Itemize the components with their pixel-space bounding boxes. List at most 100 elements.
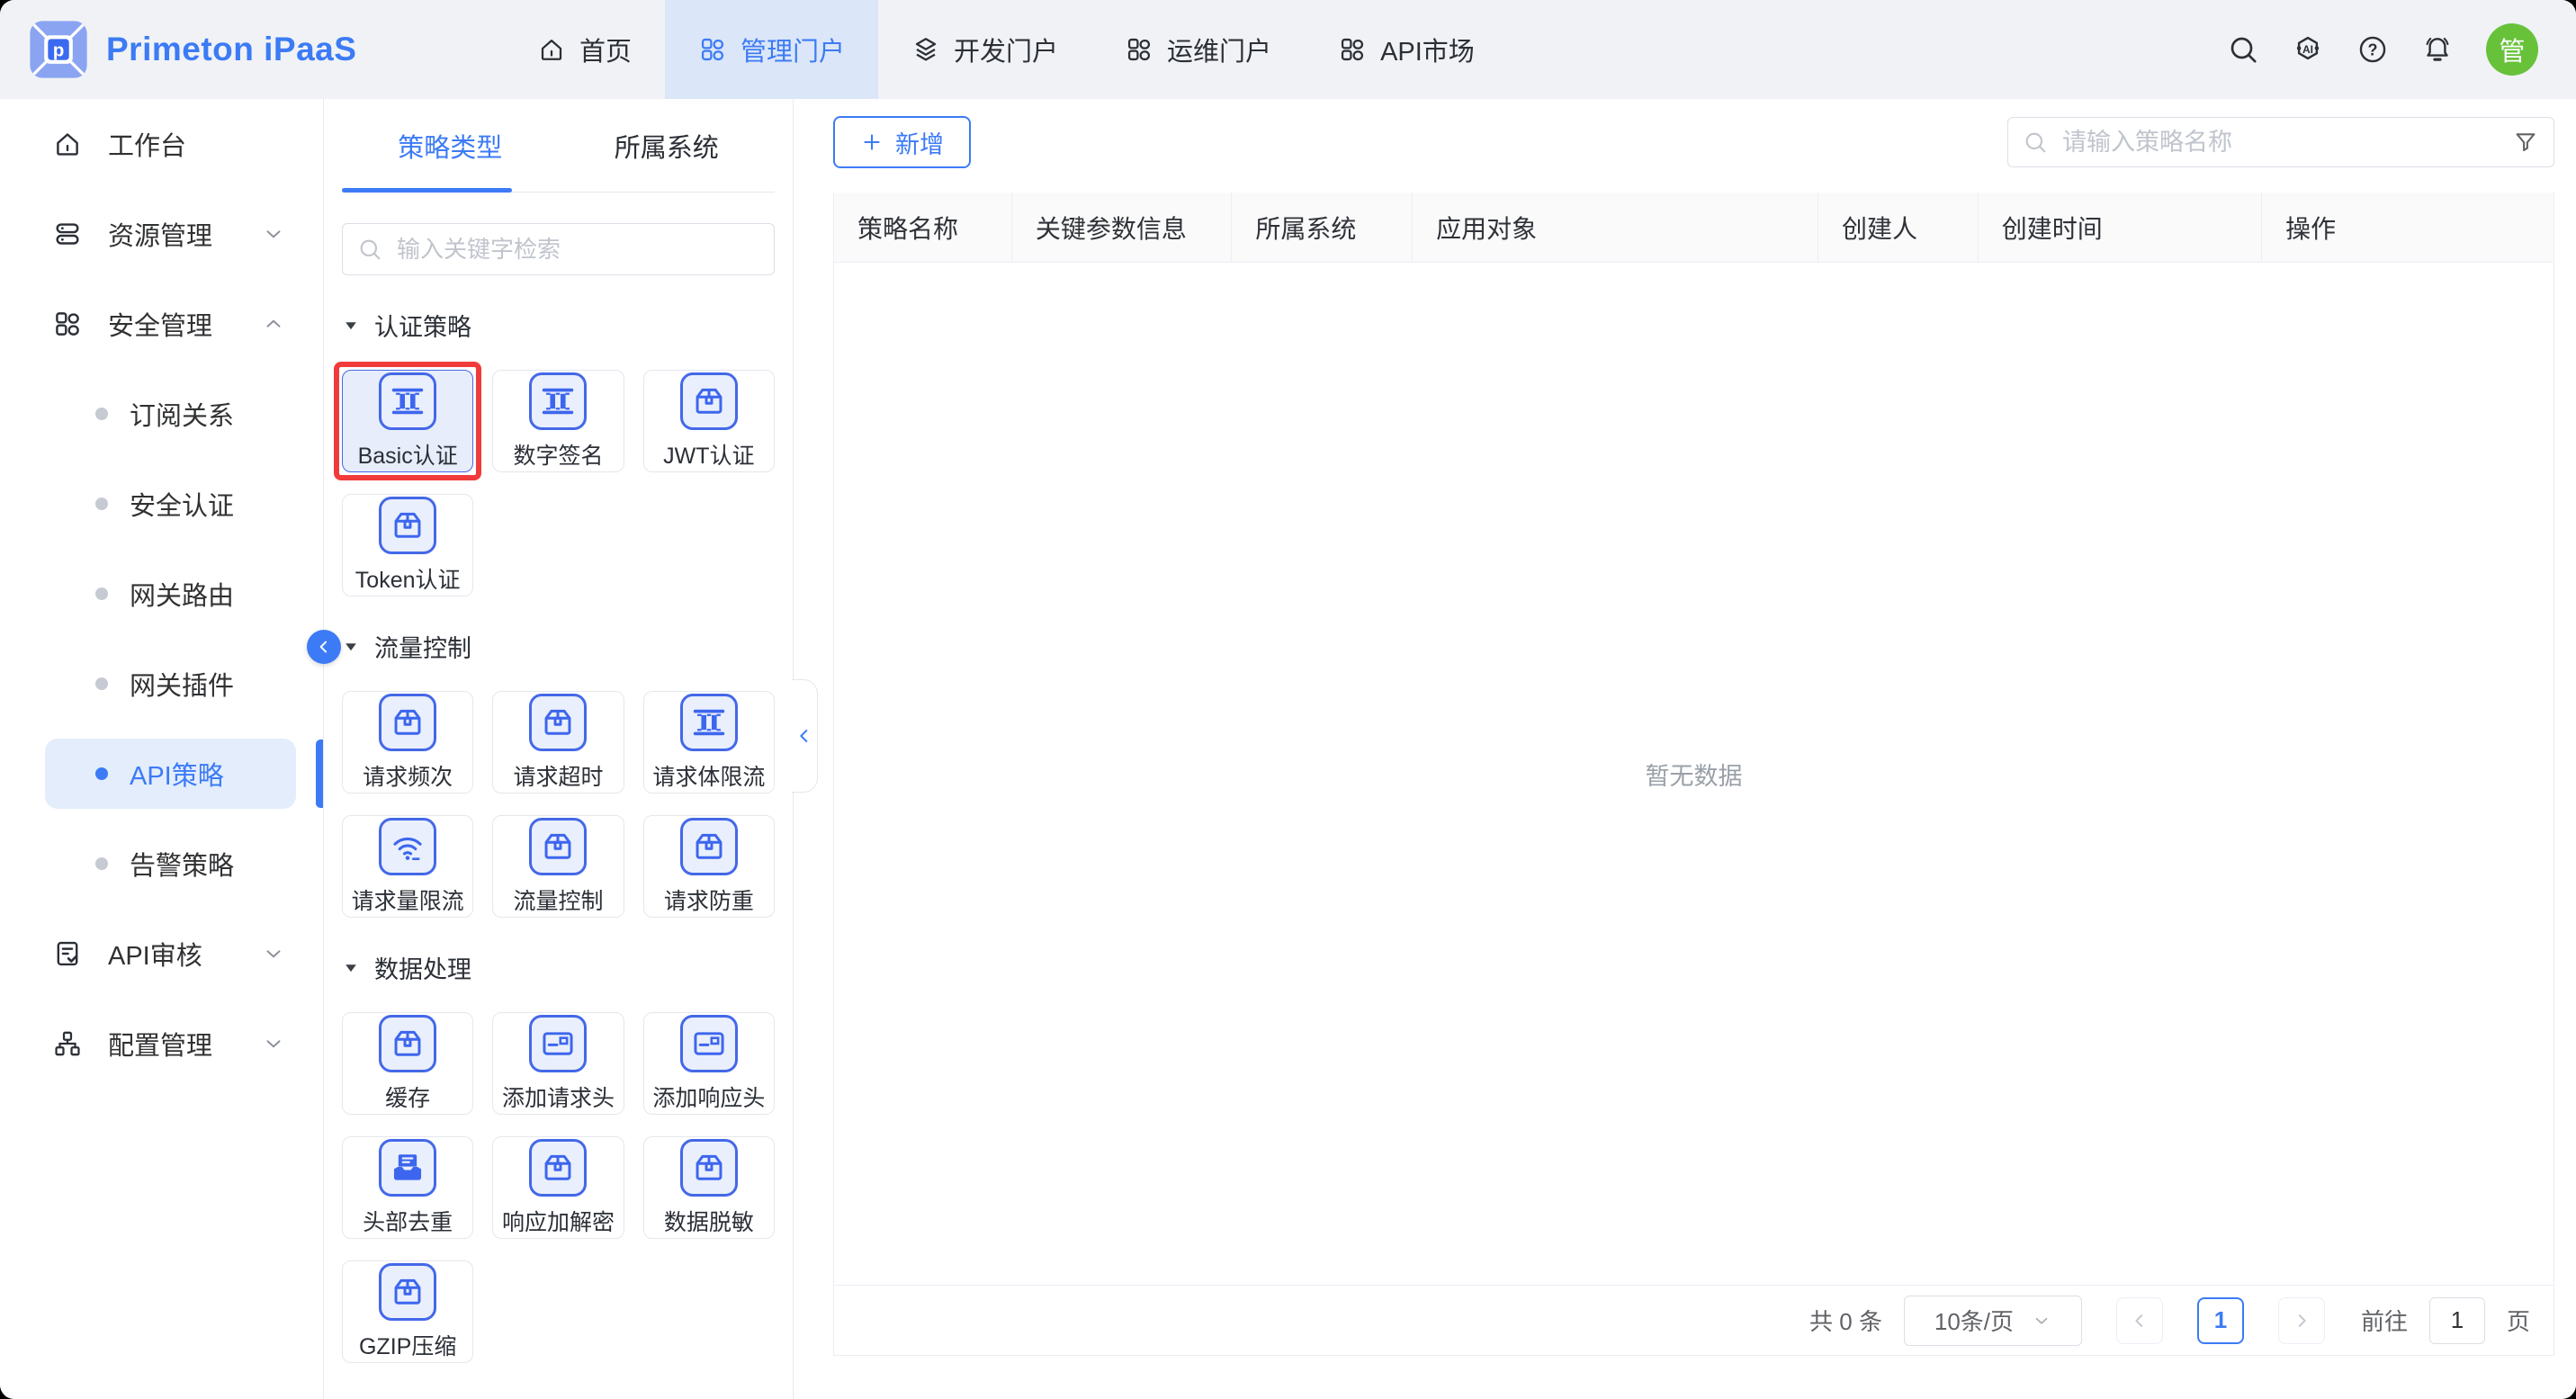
search-icon[interactable] bbox=[2227, 33, 2259, 66]
grid-icon bbox=[1125, 35, 1153, 64]
sidebar-item-订阅关系[interactable]: 订阅关系 bbox=[0, 369, 323, 459]
policy-card-JWT认证[interactable]: JWT认证 bbox=[643, 370, 775, 472]
policy-card-label: 请求量限流 bbox=[352, 883, 464, 916]
prev-page-button[interactable] bbox=[2116, 1297, 2163, 1344]
next-page-button[interactable] bbox=[2278, 1297, 2325, 1344]
section-title-label: 流量控制 bbox=[374, 629, 471, 664]
policy-card-Token认证[interactable]: Token认证 bbox=[342, 494, 473, 596]
caret-down-icon bbox=[342, 959, 360, 977]
column-header-应用对象[interactable]: 应用对象 bbox=[1412, 193, 1818, 262]
policy-card-数据脱敏[interactable]: 数据脱敏 bbox=[643, 1136, 775, 1239]
nav-item-开发门户[interactable]: 开发门户 bbox=[878, 0, 1091, 99]
column-header-关键参数信息[interactable]: 关键参数信息 bbox=[1011, 193, 1232, 262]
sidebar-item-工作台[interactable]: 工作台 bbox=[0, 99, 323, 189]
section-title-认证策略[interactable]: 认证策略 bbox=[342, 308, 775, 343]
table-header: 策略名称关键参数信息所属系统应用对象创建人创建时间操作 bbox=[834, 193, 2554, 263]
bullet-icon bbox=[95, 677, 108, 690]
page-size-select[interactable]: 10条/页 bbox=[1904, 1296, 2082, 1346]
sidebar-item-网关路由[interactable]: 网关路由 bbox=[0, 549, 323, 639]
user-avatar[interactable]: 管 bbox=[2486, 23, 2538, 76]
sidebar-item-API审核[interactable]: API审核 bbox=[0, 909, 323, 999]
doccheck-icon bbox=[52, 938, 83, 969]
filter-icon[interactable] bbox=[2512, 129, 2539, 156]
column-header-操作[interactable]: 操作 bbox=[2261, 193, 2554, 262]
policy-card-Basic认证[interactable]: Basic认证 bbox=[342, 370, 473, 472]
policy-card-流量控制[interactable]: 流量控制 bbox=[492, 815, 624, 918]
policy-sections: 认证策略Basic认证数字签名JWT认证Token认证流量控制请求频次请求超时请… bbox=[342, 308, 775, 1363]
policy-card-label: JWT认证 bbox=[663, 438, 754, 471]
chevron-down-icon bbox=[262, 1032, 285, 1055]
policy-card-缓存[interactable]: 缓存 bbox=[342, 1012, 473, 1115]
add-policy-button[interactable]: 新增 bbox=[833, 116, 971, 168]
section-title-流量控制[interactable]: 流量控制 bbox=[342, 629, 775, 664]
sidebar-collapse-toggle[interactable] bbox=[307, 630, 341, 664]
nav-item-运维门户[interactable]: 运维门户 bbox=[1091, 0, 1305, 99]
sidebar-item-资源管理[interactable]: 资源管理 bbox=[0, 189, 323, 279]
policy-card-label: Token认证 bbox=[355, 562, 461, 595]
home-icon bbox=[537, 35, 566, 64]
policy-search-input[interactable] bbox=[2060, 128, 2500, 157]
policy-card-label: 添加响应头 bbox=[652, 1081, 765, 1113]
section-title-数据处理[interactable]: 数据处理 bbox=[342, 950, 775, 985]
policy-card-请求量限流[interactable]: 请求量限流 bbox=[342, 815, 473, 918]
column-header-创建时间[interactable]: 创建时间 bbox=[1978, 193, 2261, 262]
policy-card-请求体限流[interactable]: 请求体限流 bbox=[643, 691, 775, 794]
caret-down-icon bbox=[342, 317, 360, 335]
policy-card-grid: 缓存添加请求头 添加响应头头部去重响应加解密数据脱敏 GZIP压缩 bbox=[342, 1012, 775, 1363]
goto-page-input[interactable] bbox=[2429, 1297, 2485, 1344]
policy-card-label: 请求频次 bbox=[363, 759, 453, 792]
policy-card-GZIP压缩[interactable]: GZIP压缩 bbox=[342, 1260, 473, 1363]
card-icon bbox=[529, 1015, 587, 1072]
active-item-indicator bbox=[316, 740, 323, 808]
policy-card-label: 流量控制 bbox=[513, 883, 603, 916]
tab-所属系统[interactable]: 所属系统 bbox=[559, 99, 776, 192]
policy-card-头部去重[interactable]: 头部去重 bbox=[342, 1136, 473, 1239]
goto-label: 前往 bbox=[2361, 1304, 2408, 1337]
policy-card-响应加解密[interactable]: 响应加解密 bbox=[492, 1136, 624, 1239]
sidebar-item-网关插件[interactable]: 网关插件 bbox=[0, 639, 323, 729]
top-nav: 首页管理门户开发门户运维门户API市场 bbox=[504, 0, 1508, 99]
nav-item-管理门户[interactable]: 管理门户 bbox=[665, 0, 878, 99]
policy-card-label: 请求超时 bbox=[513, 759, 603, 792]
panel-search-box[interactable] bbox=[342, 223, 775, 275]
policy-card-添加请求头[interactable]: 添加请求头 bbox=[492, 1012, 624, 1115]
bell-icon[interactable] bbox=[2421, 33, 2454, 66]
bullet-icon bbox=[95, 408, 108, 420]
panel-tabs: 策略类型所属系统 bbox=[342, 99, 775, 193]
sidebar-item-安全管理[interactable]: 安全管理 bbox=[0, 279, 323, 369]
panel-collapse-toggle[interactable] bbox=[792, 679, 818, 793]
column-header-策略名称[interactable]: 策略名称 bbox=[834, 193, 1011, 262]
chevron-down-icon bbox=[262, 222, 285, 246]
tab-策略类型[interactable]: 策略类型 bbox=[342, 99, 559, 192]
main-content: 新增 策略名称关键参数信息所属系统应用对象创建人创建时间操作 暂无数据 共 0 … bbox=[794, 99, 2576, 1399]
nav-item-API市场[interactable]: API市场 bbox=[1305, 0, 1508, 99]
help-icon[interactable]: ? bbox=[2356, 33, 2389, 66]
column-header-创建人[interactable]: 创建人 bbox=[1818, 193, 1978, 262]
sidebar-item-安全认证[interactable]: 安全认证 bbox=[0, 459, 323, 549]
pagination: 共 0 条 10条/页 1 前往 页 bbox=[834, 1285, 2554, 1355]
policy-card-添加响应头[interactable]: 添加响应头 bbox=[643, 1012, 775, 1115]
page-number-button[interactable]: 1 bbox=[2197, 1297, 2244, 1344]
policy-card-请求防重[interactable]: 请求防重 bbox=[643, 815, 775, 918]
sidebar-item-API策略[interactable]: API策略 bbox=[0, 729, 323, 819]
policy-card-label: GZIP压缩 bbox=[359, 1329, 456, 1361]
policy-card-数字签名[interactable]: 数字签名 bbox=[492, 370, 624, 472]
policy-card-请求频次[interactable]: 请求频次 bbox=[342, 691, 473, 794]
policy-card-请求超时[interactable]: 请求超时 bbox=[492, 691, 624, 794]
sidebar-item-label: 资源管理 bbox=[108, 215, 212, 253]
column-header-所属系统[interactable]: 所属系统 bbox=[1231, 193, 1412, 262]
box-icon bbox=[379, 1015, 436, 1072]
policy-card-label: 添加请求头 bbox=[502, 1081, 615, 1113]
policy-search-box[interactable] bbox=[2007, 117, 2554, 167]
bullet-icon bbox=[95, 498, 108, 510]
policy-card-label: 数据脱敏 bbox=[664, 1205, 754, 1237]
panel-search-input[interactable] bbox=[395, 235, 759, 265]
policy-card-label: 请求防重 bbox=[664, 883, 754, 916]
nav-item-首页[interactable]: 首页 bbox=[504, 0, 665, 99]
sidebar-item-告警策略[interactable]: 告警策略 bbox=[0, 819, 323, 909]
ai-icon[interactable]: AI bbox=[2292, 33, 2324, 66]
sidebar-item-配置管理[interactable]: 配置管理 bbox=[0, 999, 323, 1089]
policy-card-label: 请求体限流 bbox=[652, 759, 765, 792]
app-window: p Primeton iPaaS 首页管理门户开发门户运维门户API市场 AI?… bbox=[0, 0, 2576, 1399]
chevron-right-icon bbox=[2292, 1311, 2311, 1331]
